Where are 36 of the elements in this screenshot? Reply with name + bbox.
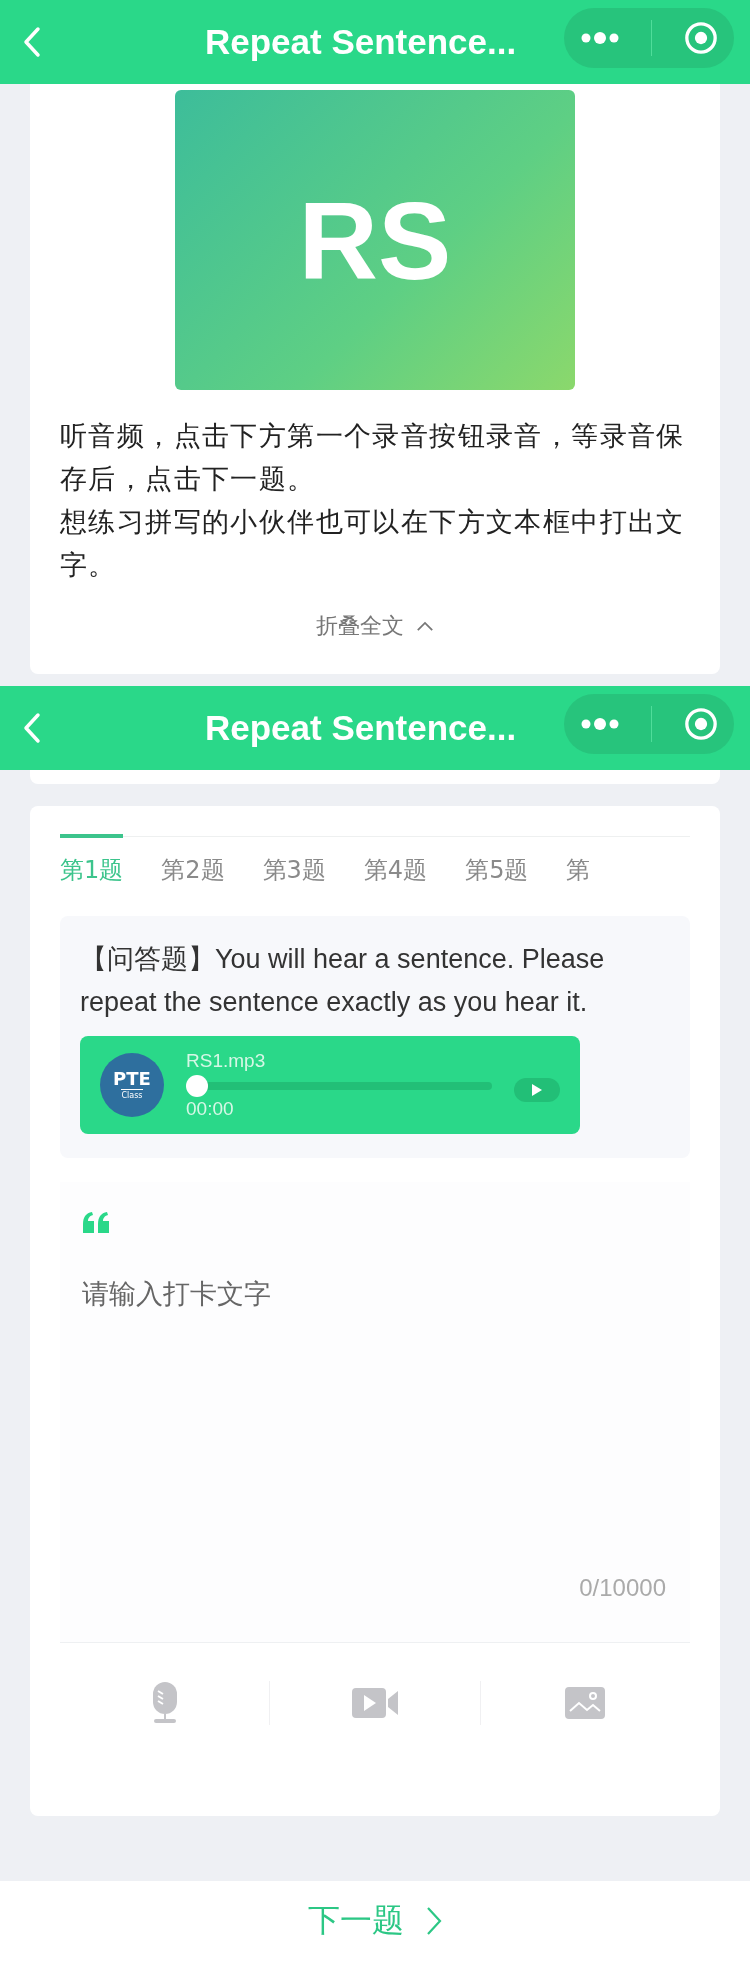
instruction-text: 想练习拼写的小伙伴也可以在下方文本框中打出文字。	[60, 505, 686, 582]
answer-field[interactable]: 请输入打卡文字	[80, 1274, 644, 1478]
logo-subtext: Class	[121, 1089, 143, 1101]
back-icon[interactable]	[22, 26, 42, 58]
play-icon	[532, 1084, 542, 1096]
more-icon[interactable]	[579, 32, 620, 44]
question-tab[interactable]: 第	[566, 837, 591, 904]
microphone-icon[interactable]	[152, 1682, 177, 1724]
chevron-icon	[416, 620, 434, 632]
more-icon[interactable]	[579, 718, 620, 730]
question-tab[interactable]: 第1题	[60, 834, 124, 904]
next-button[interactable]: 下一题	[302, 1898, 448, 1944]
question-tab[interactable]: 第4题	[363, 837, 428, 904]
file-name: RS1.mp3	[186, 1050, 267, 1072]
cover-text: RS	[298, 177, 452, 304]
back-icon[interactable]	[22, 712, 42, 744]
question-tab[interactable]: 第3题	[262, 837, 326, 904]
logo-text: PTE	[113, 1069, 151, 1089]
progress-thumb[interactable]	[186, 1075, 208, 1097]
video-camera-icon[interactable]	[352, 1688, 398, 1718]
close-icon[interactable]	[684, 21, 719, 55]
close-icon[interactable]	[684, 707, 719, 741]
question-text: 【问答题】You will hear a sentence. Please repeat the sentence exactly as you hear it.	[80, 943, 606, 1019]
page-title: Repeat Sentence...	[205, 22, 517, 62]
page-title: Repeat Sentence...	[205, 708, 517, 748]
question-tab[interactable]: 第5题	[465, 837, 529, 904]
character-counter: 0/10000	[579, 1574, 666, 1602]
chevron-icon	[426, 1906, 442, 1936]
quote-icon	[82, 1212, 110, 1234]
time-text: 00:00	[186, 1098, 235, 1120]
play-button[interactable]	[514, 1078, 560, 1102]
image-icon[interactable]	[565, 1687, 606, 1719]
collapse-button[interactable]: 折叠全文	[310, 610, 440, 642]
instruction-text: 听音频，点击下方第一个录音按钮录音，等录音保存后，点击下一题。	[60, 419, 686, 496]
question-tab[interactable]: 第2题	[161, 837, 225, 904]
progress-slider[interactable]	[186, 1074, 492, 1098]
